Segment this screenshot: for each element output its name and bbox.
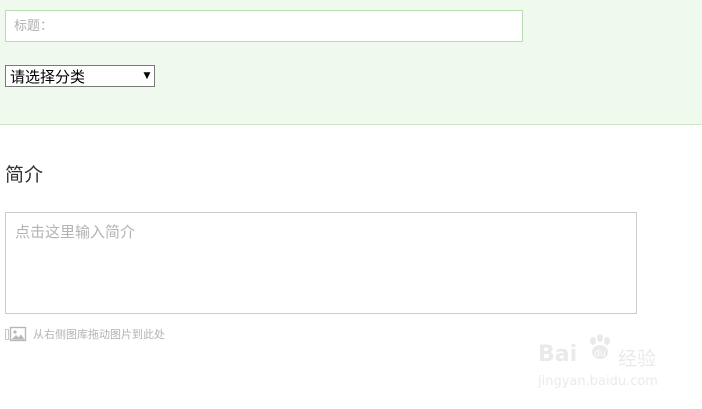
intro-heading: 简介 <box>5 164 44 186</box>
watermark-url: jingyan.baidu.com <box>538 374 658 389</box>
watermark-brand: Bai <box>538 342 578 367</box>
baidu-jingyan-watermark: Bai du 经验 jingyan.baidu.com <box>536 330 672 394</box>
intro-textarea[interactable] <box>5 212 637 314</box>
form-header-panel: 请选择分类 ▼ <box>0 0 702 125</box>
category-select-value: 请选择分类 <box>10 67 86 86</box>
category-select[interactable]: 请选择分类 ▼ <box>5 65 155 87</box>
image-drag-hint: 从右侧图库拖动图片到此处 <box>5 325 165 343</box>
image-icon <box>5 326 27 342</box>
title-input[interactable] <box>5 10 523 42</box>
svg-text:du: du <box>594 349 605 359</box>
watermark-suffix: 经验 <box>618 348 657 370</box>
paw-logo-icon: du <box>584 332 616 364</box>
drag-hint-text: 从右侧图库拖动图片到此处 <box>33 328 165 341</box>
dropdown-arrow-icon: ▼ <box>143 71 151 81</box>
